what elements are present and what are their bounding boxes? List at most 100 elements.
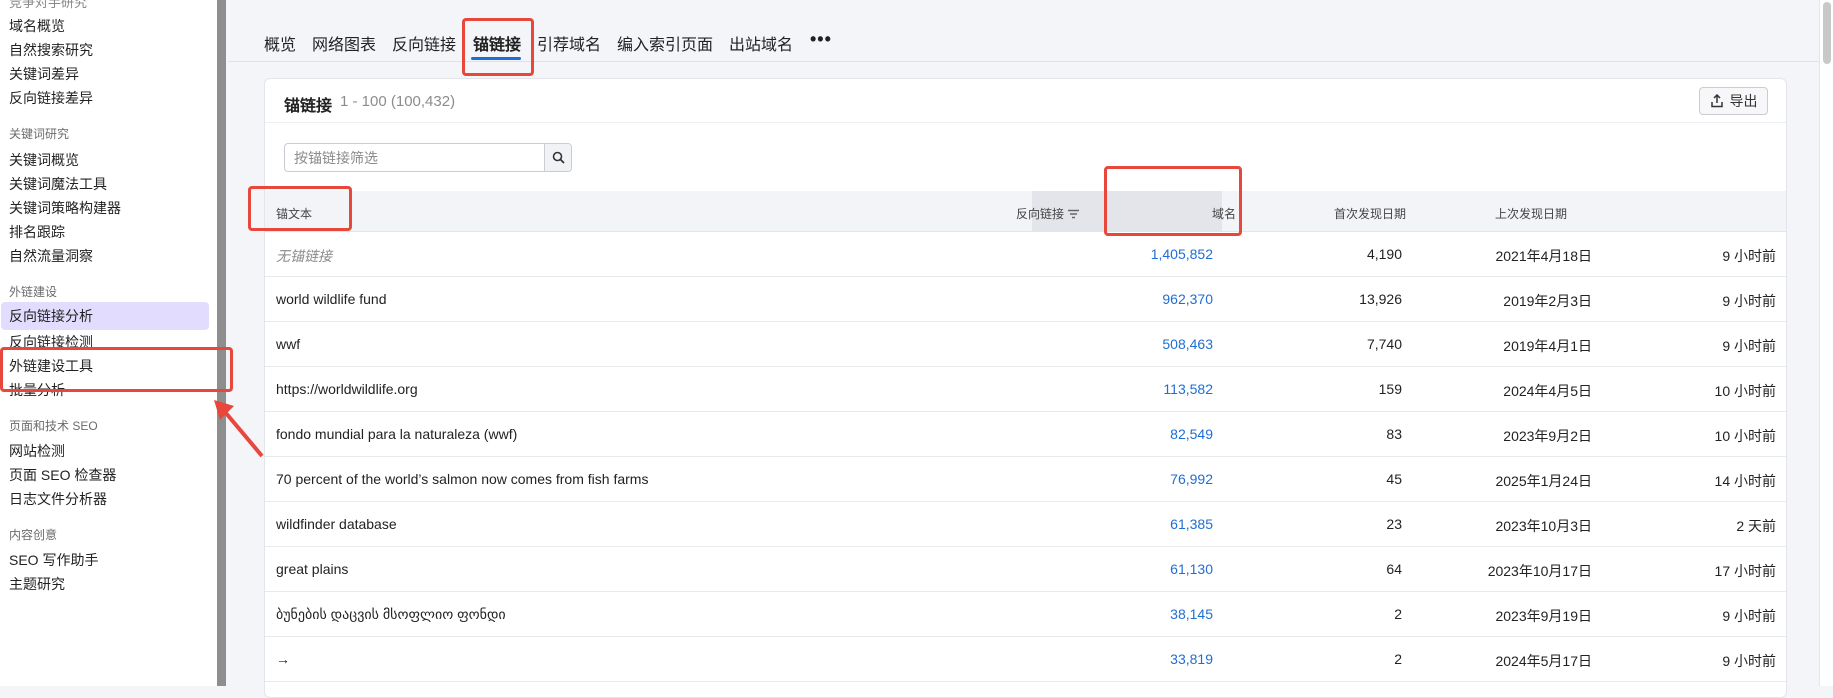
cell-backlinks-link[interactable]: 1,405,852 bbox=[1151, 246, 1213, 262]
cell-last-seen: 9 小时前 bbox=[1722, 338, 1776, 354]
sidebar-item-site-audit[interactable]: 网站检测 bbox=[9, 441, 65, 461]
sidebar-section-link-building: 外链建设 bbox=[9, 285, 58, 299]
tab-network-graph[interactable]: 网络图表 bbox=[312, 31, 376, 55]
card-title: 锚链接 bbox=[284, 98, 333, 115]
sidebar-item-organic-traffic-insights[interactable]: 自然流量洞察 bbox=[9, 246, 93, 266]
sidebar-partial-section-title: 竞争对手研究 bbox=[9, 0, 88, 10]
sidebar-item-seo-writing-assistant[interactable]: SEO 写作助手 bbox=[9, 550, 98, 570]
main-scrollbar-thumb[interactable] bbox=[1823, 2, 1831, 64]
cell-anchor-text: → bbox=[276, 651, 290, 667]
sidebar: 竞争对手研究 域名概览 自然搜索研究 关键词差异 反向链接差异 关键词研究 关键… bbox=[0, 0, 222, 686]
anchors-card: 锚链接 1 - 100 (100,432) 导出 锚文本 反向链接 域 bbox=[264, 78, 1787, 698]
table-header: 锚文本 反向链接 域名 首次发现日期 上次发现日期 bbox=[265, 191, 1786, 232]
cell-first-seen: 2019年4月1日 bbox=[1503, 338, 1592, 354]
cell-backlinks-link[interactable]: 82,549 bbox=[1170, 426, 1213, 442]
sidebar-item-keyword-magic-tool[interactable]: 关键词魔法工具 bbox=[9, 174, 107, 194]
cell-first-seen: 2024年5月17日 bbox=[1495, 653, 1592, 669]
table-row: world wildlife fund 962,370 13,926 2019年2月3… bbox=[265, 277, 1786, 322]
sidebar-scrollbar[interactable] bbox=[217, 0, 226, 686]
cell-first-seen: 2023年9月2日 bbox=[1503, 428, 1592, 444]
main-scrollbar[interactable] bbox=[1819, 0, 1833, 686]
cell-last-seen: 9 小时前 bbox=[1722, 653, 1776, 669]
cell-domains: 2 bbox=[1394, 606, 1402, 622]
cell-domains: 2 bbox=[1394, 651, 1402, 667]
column-header-backlinks[interactable]: 反向链接 bbox=[1016, 205, 1080, 222]
cell-first-seen: 2019年2月3日 bbox=[1503, 293, 1592, 309]
cell-domains: 45 bbox=[1386, 471, 1402, 487]
cell-first-seen: 2021年4月18日 bbox=[1495, 248, 1592, 264]
sidebar-section-content-ideas: 内容创意 bbox=[9, 528, 58, 542]
cell-last-seen: 2 天前 bbox=[1736, 518, 1776, 534]
sidebar-item-keyword-strategy-builder[interactable]: 关键词策略构建器 bbox=[9, 198, 121, 218]
cell-backlinks-link[interactable]: 38,145 bbox=[1170, 606, 1213, 622]
tab-overview[interactable]: 概览 bbox=[264, 31, 296, 55]
cell-domains: 7,740 bbox=[1366, 336, 1402, 352]
cell-anchor-text: wwf bbox=[276, 336, 301, 352]
active-tab-underline bbox=[471, 57, 521, 60]
cell-last-seen: 17 小时前 bbox=[1714, 563, 1776, 579]
anchor-filter-input[interactable] bbox=[285, 144, 544, 171]
column-header-last-seen[interactable]: 上次发现日期 bbox=[1495, 205, 1567, 222]
cell-backlinks-link[interactable]: 508,463 bbox=[1162, 336, 1213, 352]
cell-first-seen: 2023年10月3日 bbox=[1495, 518, 1592, 534]
cell-last-seen: 14 小时前 bbox=[1714, 473, 1776, 489]
sort-descending-icon[interactable] bbox=[1068, 209, 1080, 219]
cell-anchor-text: great plains bbox=[276, 561, 349, 577]
column-header-anchor-text[interactable]: 锚文本 bbox=[276, 205, 312, 222]
cell-last-seen: 10 小时前 bbox=[1714, 383, 1776, 399]
sidebar-item-position-tracking[interactable]: 排名跟踪 bbox=[9, 222, 65, 242]
sidebar-section-keyword-research: 关键词研究 bbox=[9, 127, 70, 141]
cell-last-seen: 10 小时前 bbox=[1714, 428, 1776, 444]
tab-outbound-domains[interactable]: 出站域名 bbox=[729, 31, 793, 55]
tab-anchors[interactable]: 锚链接 bbox=[473, 31, 521, 55]
cell-backlinks-link[interactable]: 962,370 bbox=[1162, 291, 1213, 307]
cell-anchor-text: world wildlife fund bbox=[276, 291, 387, 307]
column-header-domains[interactable]: 域名 bbox=[1212, 205, 1236, 222]
tab-indexed-pages[interactable]: 编入索引页面 bbox=[617, 31, 713, 55]
export-icon bbox=[1710, 94, 1723, 108]
more-tabs-icon[interactable]: ••• bbox=[810, 29, 832, 50]
cell-first-seen: 2023年10月17日 bbox=[1487, 563, 1592, 579]
cell-first-seen: 2025年1月24日 bbox=[1495, 473, 1592, 489]
export-label: 导出 bbox=[1729, 93, 1758, 109]
cell-backlinks-link[interactable]: 113,582 bbox=[1163, 381, 1213, 397]
cell-backlinks-link[interactable]: 76,992 bbox=[1170, 471, 1213, 487]
cell-anchor-text: fondo mundial para la naturaleza (wwf) bbox=[276, 426, 518, 442]
table-row: ბუნების დაცვის მსოფლიო ფონდი 38,145 2 2023年… bbox=[265, 592, 1786, 637]
sidebar-item-log-file-analyzer[interactable]: 日志文件分析器 bbox=[9, 489, 107, 509]
cell-backlinks-link[interactable]: 61,385 bbox=[1170, 516, 1213, 532]
cell-last-seen: 9 小时前 bbox=[1722, 608, 1776, 624]
cell-backlinks-link[interactable]: 61,130 bbox=[1170, 561, 1213, 577]
cell-backlinks-link[interactable]: 33,819 bbox=[1170, 651, 1213, 667]
cell-last-seen: 9 小时前 bbox=[1722, 293, 1776, 309]
sidebar-item-backlink-analytics[interactable]: 反向链接分析 bbox=[1, 302, 209, 330]
tab-backlinks[interactable]: 反向链接 bbox=[392, 31, 456, 55]
sidebar-item-backlink-gap[interactable]: 反向链接差异 bbox=[9, 88, 93, 108]
tab-referring-domains[interactable]: 引荐域名 bbox=[537, 31, 601, 55]
sidebar-item-domain-overview[interactable]: 域名概览 bbox=[9, 16, 65, 36]
column-header-first-seen[interactable]: 首次发现日期 bbox=[1334, 205, 1406, 222]
sidebar-item-topic-research[interactable]: 主题研究 bbox=[9, 574, 65, 594]
cell-domains: 64 bbox=[1386, 561, 1402, 577]
export-button[interactable]: 导出 bbox=[1699, 87, 1768, 115]
sidebar-section-onpage-tech-seo: 页面和技术 SEO bbox=[9, 419, 98, 433]
search-icon bbox=[552, 151, 565, 164]
cell-domains: 159 bbox=[1378, 381, 1402, 397]
sidebar-item-bulk-analysis[interactable]: 批量分析 bbox=[9, 380, 65, 400]
sidebar-item-keyword-gap[interactable]: 关键词差异 bbox=[9, 64, 79, 84]
card-header: 锚链接 1 - 100 (100,432) 导出 bbox=[265, 79, 1786, 123]
search-button[interactable] bbox=[544, 144, 571, 171]
sidebar-item-keyword-overview[interactable]: 关键词概览 bbox=[9, 150, 79, 170]
cell-first-seen: 2023年9月19日 bbox=[1495, 608, 1592, 624]
table-row: great plains 61,130 64 2023年10月17日 17 小时前 bbox=[265, 547, 1786, 592]
result-count: 1 - 100 (100,432) bbox=[340, 93, 456, 110]
table-row: 70 percent of the world’s salmon now com… bbox=[265, 457, 1786, 502]
cell-anchor-text: https://worldwildlife.org bbox=[276, 381, 418, 397]
sidebar-item-backlink-audit[interactable]: 反向链接检测 bbox=[9, 332, 93, 352]
sidebar-item-organic-research[interactable]: 自然搜索研究 bbox=[9, 40, 93, 60]
cell-first-seen: 2024年4月5日 bbox=[1503, 383, 1592, 399]
sidebar-item-link-building-tool[interactable]: 外链建设工具 bbox=[9, 356, 93, 376]
cell-anchor-text: ბუნების დაცვის მსოფლიო ფონდი bbox=[276, 606, 506, 622]
sidebar-item-onpage-seo-checker[interactable]: 页面 SEO 检查器 bbox=[9, 465, 116, 485]
cell-domains: 23 bbox=[1386, 516, 1402, 532]
